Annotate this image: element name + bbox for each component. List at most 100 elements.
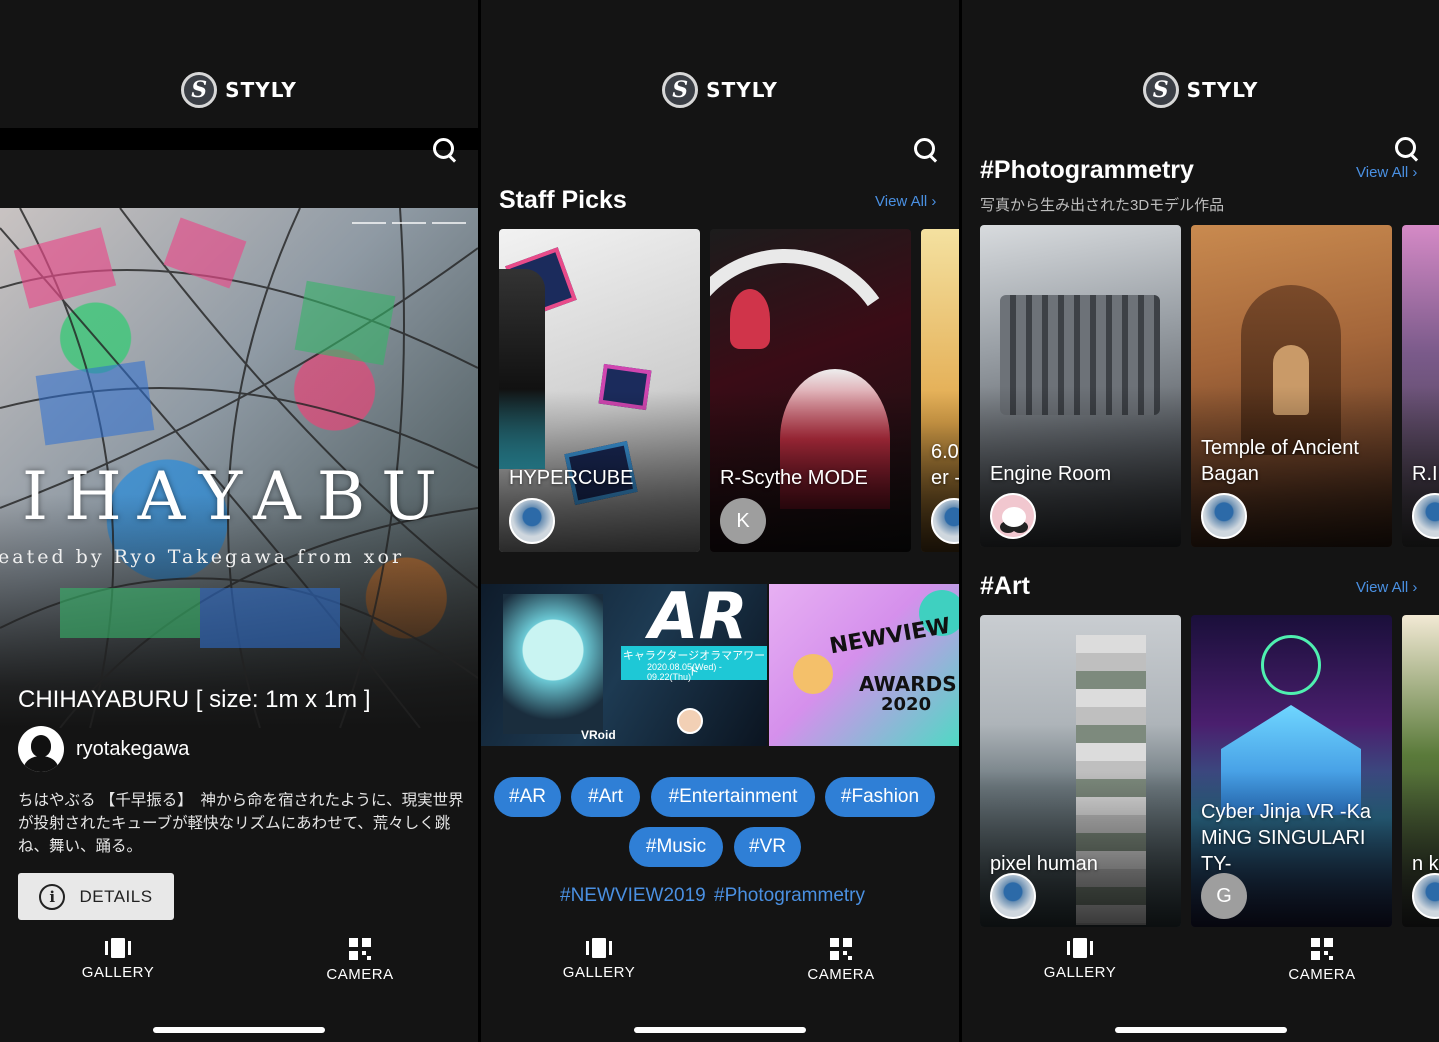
ball-graphic — [793, 654, 833, 694]
nav-camera-label: CAMERA — [807, 966, 875, 983]
avatar[interactable] — [1201, 493, 1247, 539]
nav-gallery[interactable]: GALLERY — [1010, 938, 1150, 981]
gallery-icon — [105, 938, 131, 958]
search-icon[interactable] — [432, 137, 458, 163]
nav-gallery-label: GALLERY — [81, 964, 155, 981]
avatar[interactable]: K — [720, 498, 766, 544]
section-title-staff-picks: Staff Picks — [499, 186, 627, 214]
details-label: DETAILS — [79, 886, 153, 906]
app-logo: S STYLY — [481, 72, 959, 108]
home-indicator — [153, 1027, 325, 1033]
nav-camera[interactable]: CAMERA — [1252, 938, 1392, 983]
tag-art[interactable]: #Art — [571, 777, 640, 817]
content-card[interactable]: R.I — [1402, 225, 1439, 547]
nav-camera[interactable]: CAMERA — [771, 938, 911, 983]
styly-logo-icon: S — [181, 72, 218, 108]
header-strip — [0, 128, 478, 150]
tag-photogrammetry[interactable]: #Photogrammetry — [714, 885, 865, 907]
nav-gallery[interactable]: GALLERY — [48, 938, 188, 981]
view-all-label: View All — [1356, 164, 1409, 181]
qr-code-icon — [1311, 938, 1333, 960]
author-row[interactable]: ryotakegawa — [18, 726, 189, 772]
nav-gallery[interactable]: GALLERY — [529, 938, 669, 981]
brand-name: STYLY — [225, 78, 297, 102]
brand-name: STYLY — [706, 78, 778, 102]
banner-ar-footer: VRoid — [581, 728, 616, 742]
event-banner-ar[interactable]: AR キャラクタージオラマアワード 2020.08.05(Wed) - 09.2… — [481, 584, 767, 746]
tag-vr[interactable]: #VR — [734, 827, 801, 867]
avatar — [677, 708, 703, 734]
nav-camera[interactable]: CAMERA — [290, 938, 430, 983]
avatar[interactable] — [18, 726, 64, 772]
tag-fashion[interactable]: #Fashion — [825, 777, 935, 817]
card-title: Cyber Jinja VR -Ka MiNG SINGULARI TY- — [1201, 801, 1372, 875]
content-description: ちはやぶる 【千早振る】 神から命を宿されたように、現実世界が投射されたキューブ… — [18, 792, 464, 855]
card-title: Temple of Ancient Bagan — [1201, 437, 1359, 485]
styly-logo-icon: S — [662, 72, 699, 108]
screen-detail: S STYLY IHAYABU eated by Ryo Takegawa fr… — [0, 0, 478, 1042]
tag-entertainment[interactable]: #Entertainment — [651, 777, 815, 817]
view-all-link[interactable]: View All › — [1356, 579, 1417, 596]
tag-ar[interactable]: #AR — [494, 777, 561, 817]
content-card[interactable]: 6.0 er - — [921, 229, 959, 552]
content-card[interactable]: pixel human — [980, 615, 1181, 927]
bottom-nav: GALLERY CAMERA — [481, 938, 959, 998]
nav-camera-label: CAMERA — [1288, 966, 1356, 983]
card-title: R.I — [1412, 463, 1438, 485]
info-icon: i — [39, 883, 66, 910]
card-title: R-Scythe MODE — [720, 467, 868, 489]
banner-ar-text: AR — [649, 584, 748, 654]
avatar[interactable] — [990, 493, 1036, 539]
banner-newview-line2: AWARDS — [859, 672, 957, 696]
content-card[interactable]: R-Scythe MODE K — [710, 229, 911, 552]
card-title: Engine Room — [990, 463, 1112, 485]
app-logo: S STYLY — [962, 72, 1439, 108]
carousel-indicator — [352, 222, 466, 224]
content-card[interactable]: Temple of Ancient Bagan — [1191, 225, 1392, 547]
banner-ar-dates: 2020.08.05(Wed) - 09.22(Thu) — [647, 662, 722, 682]
bottom-nav: GALLERY CAMERA — [962, 938, 1439, 998]
nav-gallery-label: GALLERY — [1043, 964, 1117, 981]
section-title-art: #Art — [980, 572, 1031, 600]
character-graphic — [503, 594, 603, 734]
home-indicator — [1114, 1027, 1287, 1033]
hero-image[interactable]: IHAYABU eated by Ryo Takegawa from xor — [0, 208, 478, 728]
event-banner-newview[interactable]: NEWVIEW AWARDS 2020 — [769, 584, 959, 746]
search-icon[interactable] — [1394, 136, 1420, 162]
home-indicator — [634, 1027, 806, 1033]
view-all-label: View All — [1356, 579, 1409, 596]
nav-camera-label: CAMERA — [326, 966, 394, 983]
card-title: HYPERCUBE — [509, 467, 634, 489]
view-all-label: View All — [875, 193, 928, 210]
avatar[interactable] — [509, 498, 555, 544]
content-card[interactable]: HYPERCUBE — [499, 229, 700, 552]
content-card[interactable]: n k — [1402, 615, 1439, 927]
app-logo: S STYLY — [0, 72, 478, 108]
screen-gallery: S STYLY Staff Picks View All › HYPERCUBE… — [481, 0, 959, 1042]
card-title: 6.0 er - — [931, 441, 959, 489]
content-title: CHIHAYABURU [ size: 1m x 1m ] — [18, 686, 371, 713]
nav-gallery-label: GALLERY — [562, 964, 636, 981]
content-card[interactable]: Engine Room — [980, 225, 1181, 547]
tag-music[interactable]: #Music — [629, 827, 723, 867]
content-card[interactable]: Cyber Jinja VR -Ka MiNG SINGULARI TY- G — [1191, 615, 1392, 927]
avatar[interactable] — [990, 873, 1036, 919]
bottom-nav: GALLERY CAMERA — [0, 938, 478, 998]
gallery-icon — [1067, 938, 1093, 958]
screen-categories: S STYLY #Photogrammetry View All › 写真から生… — [962, 0, 1439, 1042]
hero-title-text: IHAYABU — [22, 458, 453, 535]
avatar[interactable]: G — [1201, 873, 1247, 919]
banner-newview-line3: 2020 — [881, 694, 932, 715]
qr-code-icon — [349, 938, 371, 960]
details-button[interactable]: i DETAILS — [18, 873, 174, 920]
hero-credit-text: eated by Ryo Takegawa from xor — [0, 546, 405, 568]
view-all-link[interactable]: View All › — [1356, 164, 1417, 181]
banner-newview-line1: NEWVIEW — [827, 613, 953, 660]
view-all-link[interactable]: View All › — [875, 193, 936, 210]
search-icon[interactable] — [913, 137, 939, 163]
section-title-photogrammetry: #Photogrammetry — [980, 156, 1194, 184]
styly-logo-icon: S — [1142, 72, 1179, 108]
section-subtitle: 写真から生み出された3Dモデル作品 — [980, 197, 1225, 214]
tag-newview2019[interactable]: #NEWVIEW2019 — [560, 885, 706, 907]
author-username[interactable]: ryotakegawa — [76, 738, 189, 761]
